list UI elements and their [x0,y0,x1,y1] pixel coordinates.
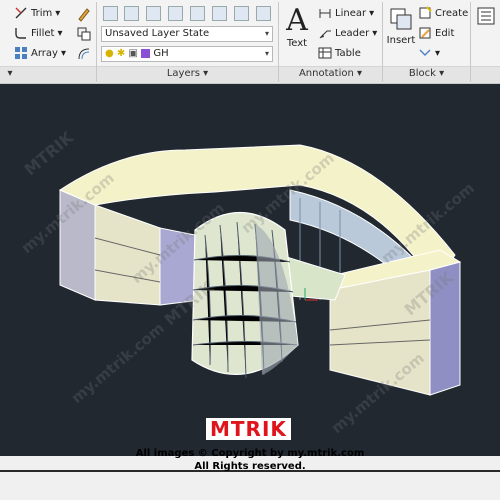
leader-dropdown-arrow[interactable]: ▾ [372,28,377,39]
layers-panel-label: Layers [166,68,200,79]
layer-dropdown[interactable]: ● ✱ ▣ GH ▾ [101,46,273,62]
layer-walk-icon[interactable] [256,6,271,21]
fillet-dropdown-arrow[interactable]: ▾ [57,28,62,39]
mtrik-logo: MTRIK [206,418,291,440]
fillet-icon [15,28,26,39]
chevron-down-icon: ▾ [203,68,209,79]
layer-match-icon[interactable] [234,6,249,21]
trim-dropdown-arrow[interactable]: ▾ [55,8,60,19]
copyright-line-2: All Rights reserved. [194,461,306,472]
layer-off-icon[interactable] [212,6,227,21]
text-label: Text [286,38,308,49]
linear-dimension-icon [319,9,331,18]
block-attribute-button[interactable]: ▾ [418,46,440,60]
pencil-icon[interactable] [76,6,92,22]
chevron-down-icon: ▾ [264,29,269,38]
panel-title-bar [471,66,500,83]
annotation-panel-title[interactable]: Annotation ▾ [279,67,382,81]
insert-button[interactable]: Insert [386,4,416,64]
linear-dropdown-arrow[interactable]: ▾ [369,8,374,19]
lightbulb-icon: ● [105,48,114,59]
chevron-down-icon: ▾ [357,68,363,79]
block-panel-label: Block [408,68,436,79]
layer-freeze-icon[interactable] [190,6,205,21]
chevron-down-icon: ▾ [439,68,445,79]
edit-label: Edit [435,27,455,39]
edit-block-button[interactable]: Edit [418,26,454,40]
array-label: Array [31,47,58,59]
layer-state-dropdown[interactable]: Unsaved Layer State ▾ [101,26,273,42]
fillet-button[interactable]: Fillet ▾ [14,26,62,40]
fillet-label: Fillet [31,27,55,39]
sun-icon: ✱ [116,48,126,59]
linear-dimension-button[interactable]: Linear ▾ [318,6,374,20]
layers-panel-title[interactable]: Layers ▾ [97,67,278,81]
layer-unisolate-icon[interactable] [168,6,183,21]
edit-block-icon [419,27,431,39]
copy-icon[interactable] [76,26,92,42]
leader-button[interactable]: Leader ▾ [318,26,377,40]
insert-label: Insert [386,35,416,46]
annotation-panel-label: Annotation [298,68,354,79]
block-attribute-dropdown-arrow[interactable]: ▾ [435,48,440,59]
layer-state-value: Unsaved Layer State [105,28,210,39]
chevron-down-icon: ▾ [264,49,269,58]
properties-icon[interactable] [476,6,496,26]
linear-label: Linear [335,7,367,19]
create-block-button[interactable]: Create [418,6,468,20]
trim-icon [15,7,27,19]
copyright-line-1: All images © Copyright by my.mtrik.com [135,448,365,459]
modify-panel-title-arrow[interactable]: ▾ [0,67,20,81]
layer-color-swatch [141,48,151,58]
offset-icon[interactable] [76,46,92,62]
table-button[interactable]: Table [318,46,361,60]
leader-icon [319,30,331,39]
array-dropdown-arrow[interactable]: ▾ [61,48,66,59]
insert-block-icon [390,8,412,30]
lock-icon: ▣ [128,48,138,59]
ribbon: Trim ▾ Fillet ▾ Array ▾ Unsaved Layer St… [0,0,500,84]
layer-properties-icon[interactable] [103,6,118,21]
create-block-icon [419,6,432,19]
table-label: Table [335,47,361,59]
block-attribute-icon [419,49,431,56]
building-model [58,144,462,396]
table-icon [318,47,332,59]
layer-states-icon[interactable] [124,6,139,21]
create-label: Create [435,7,469,19]
layer-isolate-icon[interactable] [146,6,161,21]
trim-button[interactable]: Trim ▾ [14,6,60,20]
array-icon [15,47,27,59]
text-icon: A [286,3,308,38]
leader-label: Leader [335,27,370,39]
drawing-viewport[interactable]: my.mtrik.com my.mtrik.com my.mtrik.com m… [0,84,500,456]
array-button[interactable]: Array ▾ [14,46,66,60]
text-button[interactable]: A Text [282,4,312,64]
current-layer-value: GH [153,48,169,59]
block-panel-title[interactable]: Block ▾ [383,67,470,81]
trim-label: Trim [31,7,53,19]
